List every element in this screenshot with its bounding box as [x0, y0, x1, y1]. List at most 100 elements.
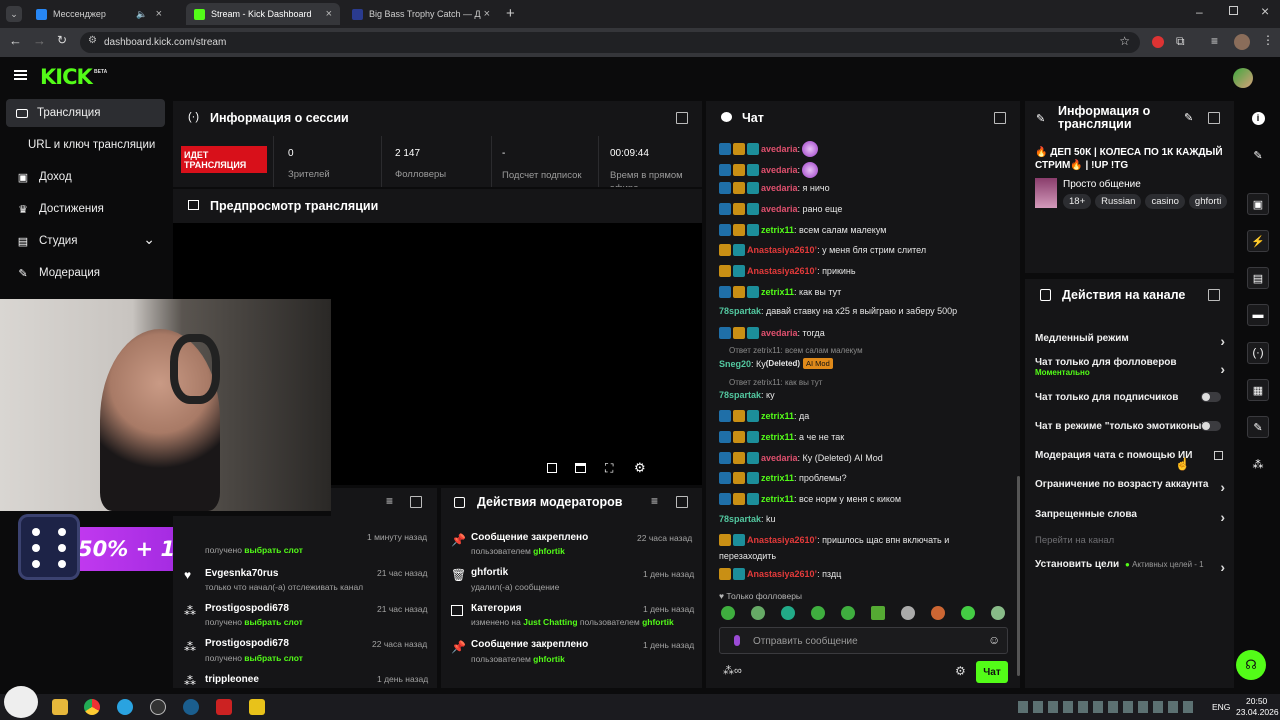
chrome-icon[interactable]: [84, 699, 100, 715]
chat-message[interactable]: avedaria: тогда: [719, 327, 825, 339]
emoji-icon[interactable]: ☺: [988, 633, 1000, 647]
address-bar[interactable]: ⚙ dashboard.kick.com/stream ☆: [80, 32, 1140, 53]
app-yellow-icon[interactable]: [249, 699, 265, 715]
close-tab-icon[interactable]: ×: [156, 8, 162, 20]
popout-icon[interactable]: [1208, 289, 1220, 301]
event-user[interactable]: Prostigospodi678: [205, 638, 289, 649]
chat-input[interactable]: Отправить сообщение ☺: [719, 627, 1008, 654]
chat-username[interactable]: zetrix11: [761, 411, 794, 421]
sidebar-item-moderation[interactable]: ✎ Модерация: [6, 259, 165, 287]
hamburger-menu-icon[interactable]: [14, 70, 27, 80]
chat-message[interactable]: zetrix11: все норм у меня с киком: [719, 493, 901, 505]
info-icon[interactable]: i: [1247, 107, 1269, 129]
chat-username[interactable]: Sneg20: [719, 359, 751, 369]
maximize-icon[interactable]: [1229, 6, 1238, 15]
chat-message[interactable]: avedaria: рано еще: [719, 203, 842, 215]
reload-icon[interactable]: ↻: [57, 33, 67, 47]
filter-icon[interactable]: ≡: [386, 494, 393, 508]
system-tray[interactable]: [1018, 701, 1193, 713]
user-avatar[interactable]: [1233, 68, 1253, 88]
emotes-only-toggle[interactable]: [1201, 421, 1221, 431]
chevron-down-icon[interactable]: ⌄: [143, 231, 155, 248]
emote-icon[interactable]: [991, 606, 1005, 620]
mod-event-title[interactable]: ghfortik: [471, 567, 508, 578]
chat-message[interactable]: Sneg20 : Ку (Deleted) AI Mod: [719, 358, 833, 369]
chat-username[interactable]: avedaria: [761, 183, 798, 193]
chat-settings-icon[interactable]: ⚙: [955, 664, 966, 678]
category-name[interactable]: Просто общение: [1063, 179, 1141, 190]
back-icon[interactable]: ←: [9, 33, 22, 48]
edit-pencil-icon[interactable]: ✎: [1184, 111, 1193, 124]
obs-icon[interactable]: [150, 699, 166, 715]
chat-username[interactable]: avedaria: [761, 328, 798, 338]
emote-icon[interactable]: [841, 606, 855, 620]
points-icon[interactable]: ⁂∞: [723, 664, 742, 677]
settings-gear-icon[interactable]: ⚙: [634, 460, 646, 476]
fullscreen-icon[interactable]: ⛶: [605, 461, 613, 476]
edit-icon[interactable]: ✎: [1247, 144, 1269, 166]
chat-username[interactable]: avedaria: [761, 204, 798, 214]
emote-icon[interactable]: [961, 606, 975, 620]
bookmark-star-icon[interactable]: ☆: [1119, 34, 1130, 48]
chat-message[interactable]: zetrix11: всем салам малекум: [719, 224, 886, 236]
mute-icon[interactable]: 🔈: [136, 9, 147, 20]
extensions-icon[interactable]: ⧉: [1176, 34, 1185, 49]
subscribers-only-toggle[interactable]: [1201, 392, 1221, 402]
chat-message[interactable]: avedaria:: [719, 141, 819, 157]
chat-username[interactable]: 78spartak: [719, 390, 761, 400]
send-chat-button[interactable]: Чат: [976, 661, 1008, 683]
sidebar-item-studio[interactable]: ▤ Студия ⌄: [6, 227, 165, 255]
steam-icon[interactable]: [183, 699, 199, 715]
tab-kick-dashboard[interactable]: Stream - Kick Dashboard ×: [186, 3, 340, 25]
clip-icon[interactable]: ▣: [1247, 193, 1269, 215]
account-age-row[interactable]: Ограничение по возрасту аккаунта ›: [1035, 479, 1225, 495]
filter-icon[interactable]: ≡: [651, 494, 658, 508]
chat-username[interactable]: avedaria: [761, 165, 798, 175]
app-red-icon[interactable]: [216, 699, 232, 715]
chat-message[interactable]: Anastasiya2610’: у меня бля стрим слител: [719, 244, 926, 256]
pip-icon[interactable]: [547, 463, 557, 473]
profile-avatar[interactable]: [1234, 34, 1250, 50]
clock-time[interactable]: 20:50: [1246, 696, 1267, 706]
chat-username[interactable]: 78spartak: [719, 306, 761, 316]
emote-icon[interactable]: [781, 606, 795, 620]
tab-big-bass[interactable]: Big Bass Trophy Catch — Другие ×: [344, 3, 498, 25]
chat-message[interactable]: zetrix11: проблемы?: [719, 472, 847, 484]
chat-username[interactable]: zetrix11: [761, 225, 794, 235]
sidebar-item-revenue[interactable]: ▣ Доход: [6, 163, 165, 191]
document-icon[interactable]: ▤: [1247, 267, 1269, 289]
banned-words-row[interactable]: Запрещенные слова ›: [1035, 509, 1225, 525]
connections-icon[interactable]: ⁂: [1247, 453, 1269, 475]
minimize-icon[interactable]: –: [1196, 5, 1203, 19]
category-thumbnail[interactable]: [1035, 178, 1057, 208]
popout-icon[interactable]: [676, 496, 688, 508]
new-tab-button[interactable]: +: [506, 5, 515, 22]
tag-chip[interactable]: ghforti: [1188, 194, 1228, 209]
chat-message[interactable]: Anastasiya2610’: пришлось щас впн включа…: [719, 534, 949, 546]
wrench-icon[interactable]: ✎: [1247, 416, 1269, 438]
chat-message[interactable]: 78spartak: ku: [719, 514, 776, 524]
chat-username[interactable]: zetrix11: [761, 432, 794, 442]
file-explorer-icon[interactable]: [52, 699, 68, 715]
chat-message[interactable]: Anastasiya2610’: прикинь: [719, 265, 856, 277]
start-panda-icon[interactable]: [4, 686, 38, 718]
chat-message[interactable]: avedaria: я ничо: [719, 182, 830, 194]
close-tab-icon[interactable]: ×: [326, 8, 332, 20]
emote-icon[interactable]: [901, 606, 915, 620]
chat-scrollbar[interactable]: [1017, 476, 1020, 676]
emote-icon[interactable]: [811, 606, 825, 620]
tab-search-button[interactable]: ⌄: [6, 6, 22, 22]
chat-message[interactable]: 78spartak: давай ставку на x25 я выйграю…: [719, 306, 957, 316]
kick-logo[interactable]: KICK: [40, 65, 93, 89]
popout-icon[interactable]: [676, 112, 688, 124]
chat-username[interactable]: 78spartak: [719, 514, 761, 524]
language-indicator[interactable]: ENG: [1212, 702, 1230, 712]
chat-username[interactable]: zetrix11: [761, 473, 794, 483]
site-info-icon[interactable]: ⚙: [88, 35, 97, 46]
telegram-icon[interactable]: [117, 699, 133, 715]
chat-username[interactable]: avedaria: [761, 453, 798, 463]
close-window-icon[interactable]: ×: [1261, 3, 1269, 19]
layout-icon[interactable]: ▦: [1247, 379, 1269, 401]
chat-username[interactable]: avedaria: [761, 144, 798, 154]
emote-icon[interactable]: [751, 606, 765, 620]
